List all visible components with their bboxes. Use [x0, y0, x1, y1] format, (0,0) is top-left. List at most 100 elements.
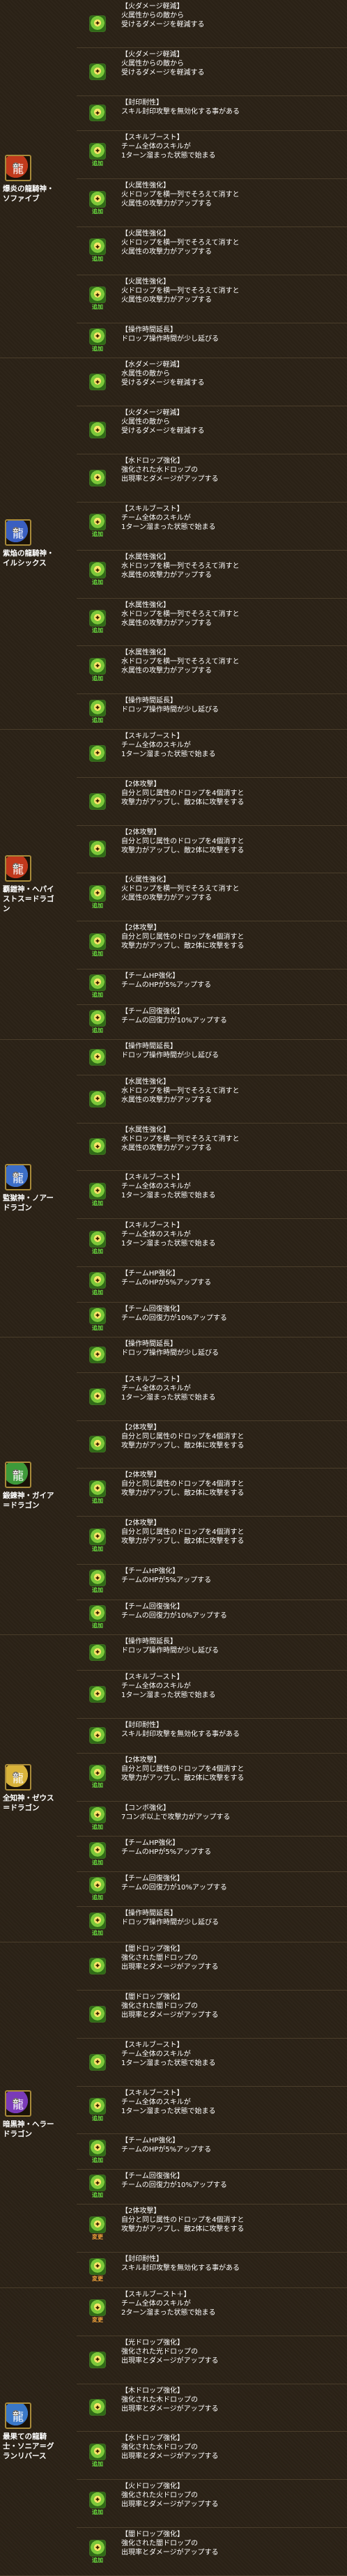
awakening-skill-icon[interactable]: ✦ [89, 2443, 106, 2460]
awakening-skill-icon[interactable]: ✦ [89, 514, 106, 531]
awakening-row: ✦ 追加 【チーム回復強化】 チームの回復力が10%アップする [77, 1600, 347, 1636]
awakening-text: 火属性の攻撃力がアップする [121, 296, 212, 304]
awakening-title: 【水属性強化】 [121, 601, 170, 609]
awakening-skill-icon[interactable]: ✦ [89, 1912, 106, 1929]
awakening-skill-icon[interactable]: ✦ [89, 15, 106, 32]
awakening-text: 水属性の攻撃力がアップする [121, 1096, 212, 1104]
awakening-skill-icon[interactable]: ✦ [89, 2175, 106, 2192]
awakening-skill-icon[interactable]: ✦ [89, 1685, 106, 1703]
awakening-text: 1ターン溜まった状態で始まる [121, 1691, 216, 1699]
awakening-skill-icon[interactable]: ✦ [89, 744, 106, 762]
awakening-skill-icon[interactable]: ✦ [89, 238, 106, 256]
awakening-skill-icon[interactable]: ✦ [89, 1480, 106, 1497]
monster-name[interactable]: 暗黒神・ヘラー ドラゴン [3, 2119, 74, 2139]
awakening-skill-icon[interactable]: ✦ [89, 1307, 106, 1324]
water-prison-dragon-icon[interactable]: 龍 [5, 1164, 31, 1191]
awakening-description: 【闇ドロップ強化】 強化された闇ドロップの 出現率とダメージがアップする [121, 1993, 344, 2020]
awakening-text: チーム全体のスキルが [121, 1384, 191, 1393]
awakening-skill-icon[interactable]: ✦ [89, 374, 106, 391]
awakening-title: 【スキルブースト】 [121, 732, 184, 740]
awakening-title: 【スキルブースト】 [121, 505, 184, 513]
awakening-description: 【スキルブースト】 チーム全体のスキルが 1ターン溜まった状態で始まる [121, 2089, 344, 2116]
awakening-tag: 追加 [92, 1248, 103, 1255]
awakening-description: 【スキルブースト】 チーム全体のスキルが 1ターン溜まった状態で始まる [121, 1673, 344, 1700]
awakening-skill-icon[interactable]: ✦ [89, 1727, 106, 1745]
awakening-title: 【水属性強化】 [121, 553, 170, 561]
awakening-skill-icon[interactable]: ✦ [89, 2005, 106, 2023]
awakening-skill-icon[interactable]: ✦ [89, 1765, 106, 1782]
monster-name[interactable]: 最果ての龍騎 士・ソニア＝グ ランリバース [3, 2432, 74, 2461]
awakening-skill-icon[interactable]: ✦ [89, 1643, 106, 1661]
awakening-icon-cell: ✦ 追加 [77, 179, 118, 227]
awakening-title: 【水ドロップ強化】 [121, 2435, 184, 2443]
awakening-skill-icon[interactable]: ✦ [89, 841, 106, 858]
awakening-skill-icon[interactable]: ✦ [89, 2491, 106, 2508]
awakening-skill-icon[interactable]: ✦ [89, 1570, 106, 1587]
wood-dragon-icon[interactable]: 龍 [5, 1462, 31, 1489]
awakening-skill-icon[interactable]: ✦ [89, 657, 106, 675]
awakening-title: 【火ドロップ強化】 [121, 2483, 184, 2491]
awakening-skill-icon[interactable]: ✦ [89, 699, 106, 716]
sonia-dragon-icon[interactable]: 龍 [5, 2402, 31, 2429]
awakening-skill-icon[interactable]: ✦ [89, 422, 106, 439]
awakening-skill-icon[interactable]: ✦ [89, 2216, 106, 2233]
awakening-skill-icon[interactable]: ✦ [89, 2257, 106, 2275]
dark-dragon-icon[interactable]: 龍 [5, 2090, 31, 2117]
awakening-skill-icon[interactable]: ✦ [89, 1182, 106, 1199]
awakening-skill-icon[interactable]: ✦ [89, 1230, 106, 1248]
monster-cell: 龍監獄神・ノアー ドラゴン [0, 1040, 77, 1338]
awakening-text: チームのHPが5%アップする [121, 2146, 212, 2154]
monster-name[interactable]: 覇鎧神・ヘパイ ストス＝ドラゴ ン [3, 884, 74, 914]
awakening-skill-icon[interactable]: ✦ [89, 1604, 106, 1622]
awakening-skill-icon[interactable]: ✦ [89, 469, 106, 486]
fire-armor-dragon-icon[interactable]: 龍 [5, 854, 31, 882]
monster-name[interactable]: 紫焔の龍騎神・ イルシックス [3, 549, 74, 568]
awakening-skill-icon[interactable]: ✦ [89, 1048, 106, 1066]
water-dragon-icon[interactable]: 龍 [5, 519, 31, 546]
awakening-skill-icon[interactable]: ✦ [89, 1272, 106, 1289]
awakening-skill-icon[interactable]: ✦ [89, 609, 106, 627]
awakening-skill-icon[interactable]: ✦ [89, 328, 106, 345]
awakening-skill-icon[interactable]: ✦ [89, 2097, 106, 2115]
awakening-skill-icon[interactable]: ✦ [89, 792, 106, 810]
awakening-skill-icon[interactable]: ✦ [89, 2139, 106, 2156]
awakening-skill-icon[interactable]: ✦ [89, 1528, 106, 1545]
awakening-skill-icon[interactable]: ✦ [89, 286, 106, 304]
awakening-skill-icon[interactable]: ✦ [89, 1807, 106, 1824]
awakening-icon-cell: ✦ 追加 [77, 1219, 118, 1266]
awakening-text: ドロップ操作時間が少し延びる [121, 706, 219, 714]
awakening-skill-icon[interactable]: ✦ [89, 1877, 106, 1894]
awakening-text: ドロップ操作時間が少し延びる [121, 1919, 219, 1927]
awakening-skill-icon[interactable]: ✦ [89, 933, 106, 950]
awakening-skill-icon[interactable]: ✦ [89, 2399, 106, 2416]
awakening-icon-cell: ✦ 追加 [77, 873, 118, 921]
awakening-skill-icon[interactable]: ✦ [89, 1346, 106, 1363]
awakening-skill-icon[interactable]: ✦ [89, 2351, 106, 2368]
fire-dragon-icon[interactable]: 龍 [5, 154, 31, 181]
awakening-skill-icon[interactable]: ✦ [89, 1090, 106, 1107]
awakening-skill-icon[interactable]: ✦ [89, 2539, 106, 2556]
awakening-text: 強化された水ドロップの [121, 466, 198, 474]
awakening-skill-icon[interactable]: ✦ [89, 2299, 106, 2317]
awakening-skill-icon[interactable]: ✦ [89, 105, 106, 122]
awakening-skill-icon[interactable]: ✦ [89, 974, 106, 992]
awakening-skill-icon[interactable]: ✦ [89, 142, 106, 160]
monster-name[interactable]: 鍛錬神・ガイア ＝ドラゴン [3, 1491, 74, 1510]
awakening-icon-cell: ✦ 追加 [77, 503, 118, 550]
awakening-skill-icon[interactable]: ✦ [89, 190, 106, 208]
awakening-skill-icon[interactable]: ✦ [89, 1138, 106, 1156]
awakening-skill-icon[interactable]: ✦ [89, 1436, 106, 1453]
awakening-row: ✦ 【2体攻撃】 自分と同じ属性のドロップを4個消すと 攻撃力がアップし、敵2体に攻撃… [77, 1421, 347, 1469]
monster-name[interactable]: 爆炎の龍騎神・ ソファイブ [3, 184, 74, 204]
awakening-skill-icon[interactable]: ✦ [89, 1957, 106, 1975]
light-dragon-icon[interactable]: 龍 [5, 1764, 31, 1791]
awakening-skill-icon[interactable]: ✦ [89, 63, 106, 80]
awakening-skill-icon[interactable]: ✦ [89, 1388, 106, 1405]
awakening-skill-icon[interactable]: ✦ [89, 562, 106, 579]
monster-name[interactable]: 全知神・ゼウス ＝ドラゴン [3, 1793, 74, 1813]
awakening-skill-icon[interactable]: ✦ [89, 2053, 106, 2071]
awakening-skill-icon[interactable]: ✦ [89, 1841, 106, 1859]
awakening-skill-icon[interactable]: ✦ [89, 884, 106, 902]
monster-name[interactable]: 監獄神・ノアー ドラゴン [3, 1193, 74, 1213]
awakening-skill-icon[interactable]: ✦ [89, 1009, 106, 1027]
